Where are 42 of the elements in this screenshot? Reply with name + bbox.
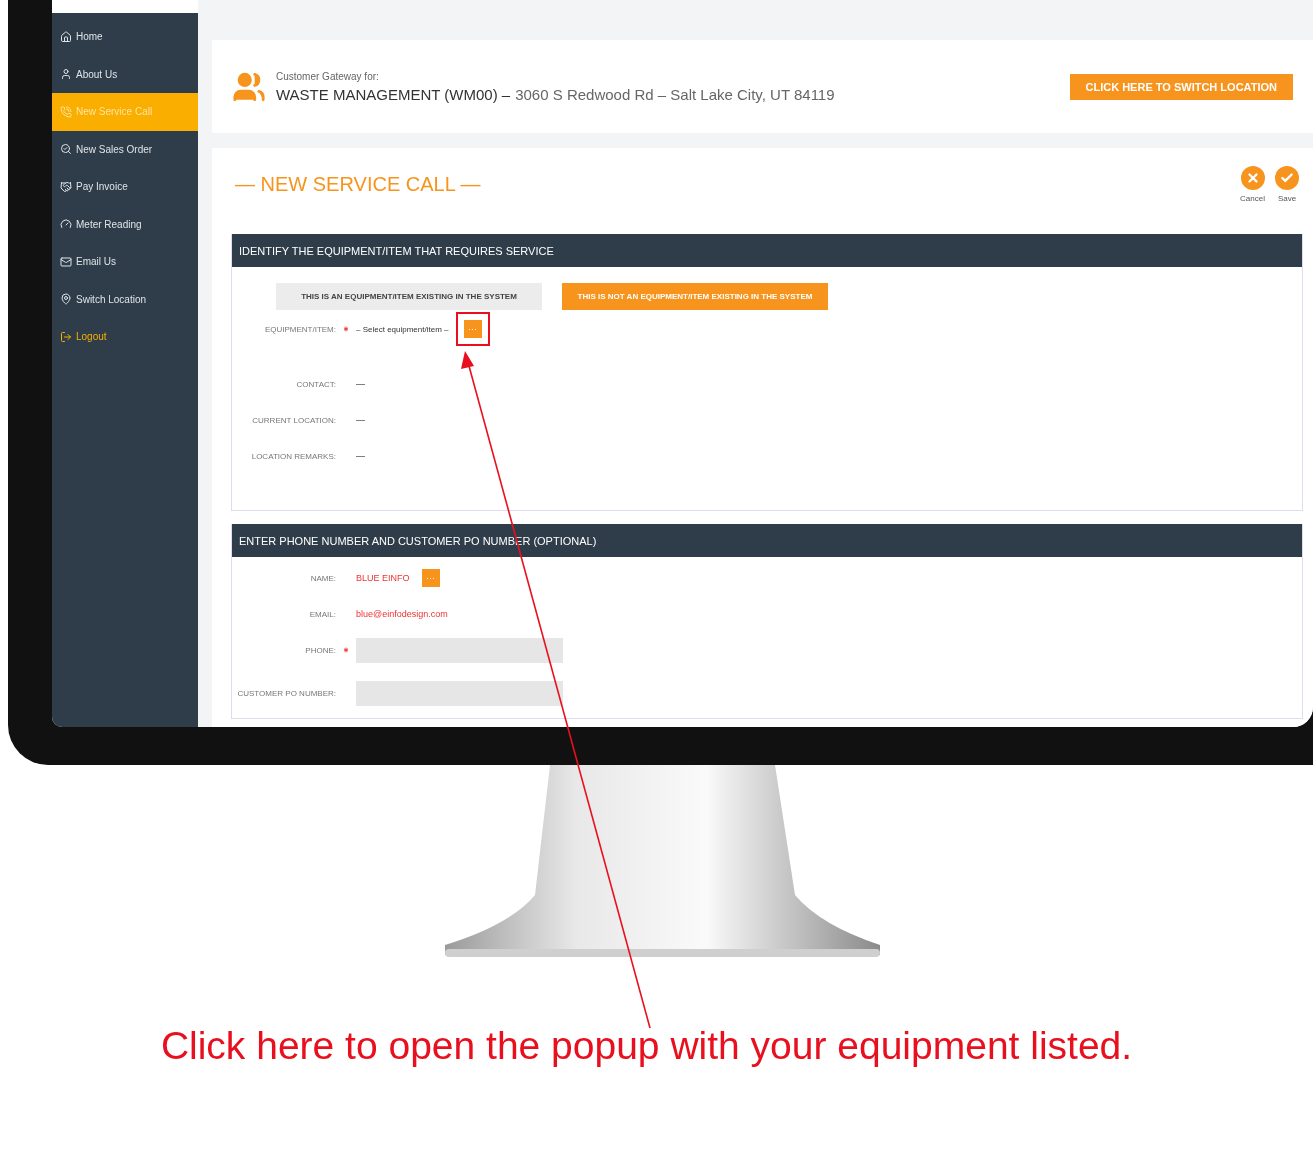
sidebar-item[interactable]: New Sales Order (52, 130, 198, 168)
sidebar-item[interactable]: Switch Location (52, 280, 198, 318)
field-label: PHONE: (304, 645, 336, 655)
field-label: CONTACT: (295, 379, 336, 389)
sidebar-item[interactable]: Email Us (52, 243, 198, 281)
option-toggle[interactable]: THIS IS AN EQUIPMENT/ITEM EXISTING IN THE SYSTEM (276, 283, 542, 310)
menu-item-icon (60, 255, 72, 268)
annotation-caption: Click here to open the popup with your equipment listed. (159, 1024, 1134, 1068)
field-value: – Select equipment/item – (356, 324, 449, 334)
customer-name: WASTE MANAGEMENT (WM00) – (276, 85, 511, 103)
field-value: — (356, 451, 365, 461)
customer-address: 3060 S Redwood Rd – Salt Lake City, UT 84119 (515, 85, 835, 103)
field-value: — (356, 415, 365, 425)
field-label: CURRENT LOCATION: (251, 415, 336, 425)
input-field[interactable] (356, 637, 563, 663)
gateway-caption: Customer Gateway for: (276, 70, 380, 82)
field-label: EQUIPMENT/ITEM: (263, 324, 336, 334)
field-value: — (356, 379, 365, 389)
field-value: BLUE EINFO (356, 573, 410, 583)
menu-item-icon (60, 143, 72, 156)
field-label: CUSTOMER PO NUMBER: (236, 688, 336, 698)
section-header: IDENTIFY THE EQUIPMENT/ITEM THAT REQUIRES SERVICE (232, 234, 1302, 267)
menu-item-icon (60, 30, 72, 43)
field-label: LOCATION REMARKS: (250, 451, 336, 461)
menu-item-icon (60, 68, 72, 81)
menu-item-icon (60, 293, 72, 306)
menu-item-icon (60, 180, 72, 193)
sidebar-item[interactable]: Meter Reading (52, 205, 198, 243)
field-label: EMAIL: (308, 609, 336, 619)
page-title: — NEW SERVICE CALL — (235, 172, 482, 196)
check-icon (1280, 170, 1294, 185)
close-icon (1245, 170, 1260, 185)
sidebar-item[interactable]: Logout (52, 318, 198, 356)
sidebar-item[interactable]: Home (52, 18, 198, 56)
menu-item-icon (60, 105, 72, 118)
field-label: NAME: (309, 573, 336, 583)
sidebar-item[interactable]: Pay Invoice (52, 168, 198, 206)
menu-item-icon (60, 218, 72, 231)
input-field[interactable] (356, 680, 563, 706)
field-value: blue@einfodesign.com (356, 609, 448, 619)
menu-item-icon (60, 330, 72, 343)
sidebar-item[interactable]: About Us (52, 55, 198, 93)
